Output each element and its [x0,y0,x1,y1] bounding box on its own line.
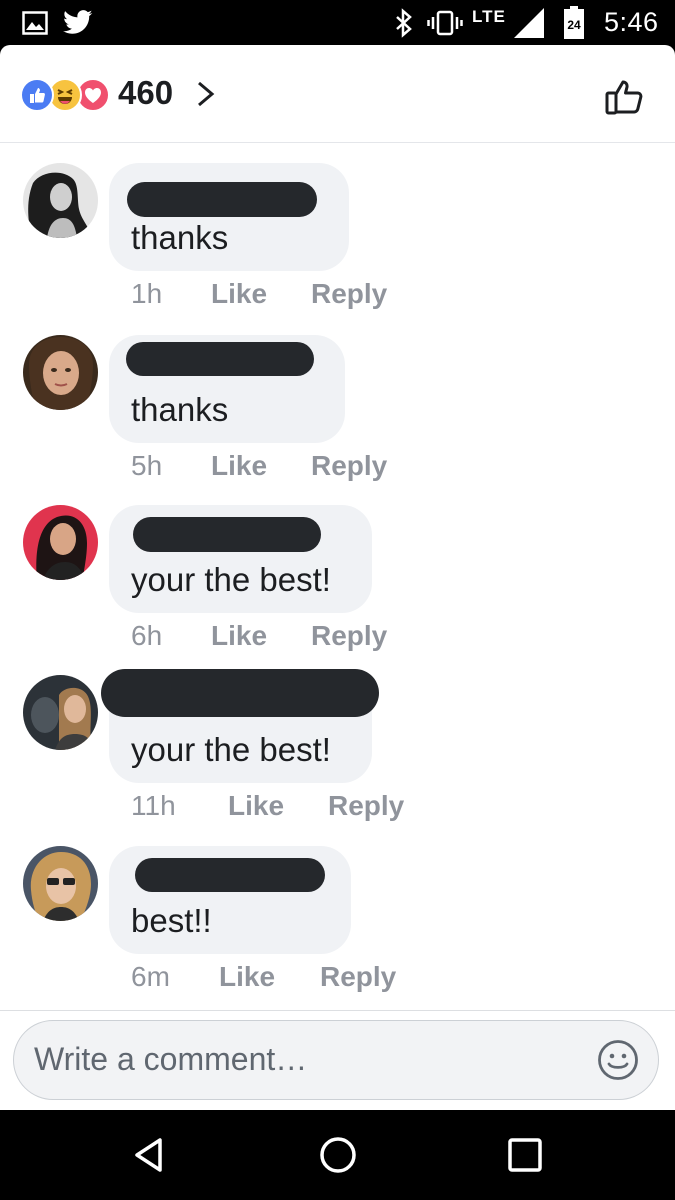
reaction-count[interactable]: 460 [118,73,173,113]
recents-square-icon [508,1138,542,1172]
comment-like-button[interactable]: Like [211,616,267,656]
redacted-author-name [101,669,379,717]
avatar[interactable] [23,163,98,238]
comment-like-button[interactable]: Like [219,957,275,997]
smiley-icon [598,1040,638,1080]
comment-text: your the best! [131,731,331,768]
redacted-author-name [133,517,321,552]
comment-reply-button[interactable]: Reply [311,446,387,486]
comment-text: thanks [131,219,229,256]
screen: LTE 24 5:46 460 thanks 1h Like Reply tha… [0,0,675,1200]
comment-composer [13,1020,659,1100]
reactions-header[interactable]: 460 [0,45,675,143]
comment-item: your the best! 11h Like Reply [0,669,675,835]
comment-bubble[interactable]: thanks [109,163,349,271]
back-triangle-icon [135,1138,162,1172]
comment-timestamp: 6h [131,620,163,651]
comment-bubble[interactable]: your the best! [101,669,379,783]
comment-like-button[interactable]: Like [211,274,267,314]
comment-reply-button[interactable]: Reply [320,957,396,997]
avatar[interactable] [23,335,98,410]
navigation-bar [0,1110,675,1200]
network-type: LTE [472,6,506,26]
status-bar: LTE 24 5:46 [0,0,675,45]
battery-icon: 24 [563,0,585,45]
twitter-icon [62,0,94,45]
battery-level: 24 [567,18,581,32]
comment-text: your the best! [131,561,331,598]
comment-like-button[interactable]: Like [228,786,284,826]
recents-button[interactable] [505,1135,545,1175]
redacted-author-name [135,858,325,892]
home-button[interactable] [318,1135,358,1175]
signal-icon [512,0,546,45]
composer-divider [0,1010,675,1011]
like-post-button[interactable] [604,75,646,117]
comment-bubble[interactable]: your the best! [109,505,372,613]
comment-like-button[interactable]: Like [211,446,267,486]
bluetooth-icon [392,0,416,45]
emoji-button[interactable] [597,1039,639,1081]
comments-sheet: 460 thanks 1h Like Reply thanks 5h Like … [0,45,675,1110]
thumbs-up-icon [605,80,643,115]
vibrate-icon [427,0,463,45]
avatar[interactable] [23,675,98,750]
comment-item: thanks 5h Like Reply [0,335,675,495]
gallery-icon [22,0,48,45]
avatar[interactable] [23,846,98,921]
back-button[interactable] [130,1135,170,1175]
comment-reply-button[interactable]: Reply [328,786,404,826]
avatar[interactable] [23,505,98,580]
comment-timestamp: 1h [131,278,163,309]
comment-reply-button[interactable]: Reply [311,274,387,314]
comment-bubble[interactable]: thanks [109,335,345,443]
comment-reply-button[interactable]: Reply [311,616,387,656]
redacted-author-name [127,182,317,217]
like-reaction-icon [20,78,54,112]
comment-item: thanks 1h Like Reply [0,163,675,323]
comment-timestamp: 5h [131,450,163,481]
clock: 5:46 [604,7,659,37]
comment-input[interactable] [34,1021,594,1098]
home-circle-icon [320,1137,356,1173]
comment-text: thanks [131,391,229,428]
reaction-icons [20,78,112,112]
comment-bubble[interactable]: best!! [109,846,351,954]
redacted-author-name [126,342,314,376]
chevron-right-icon[interactable] [195,77,217,111]
comment-item: your the best! 6h Like Reply [0,505,675,665]
comment-text: best!! [131,902,212,939]
comment-timestamp: 11h [131,790,176,821]
comment-item: best!! 6m Like Reply [0,846,675,1006]
comment-timestamp: 6m [131,961,170,992]
